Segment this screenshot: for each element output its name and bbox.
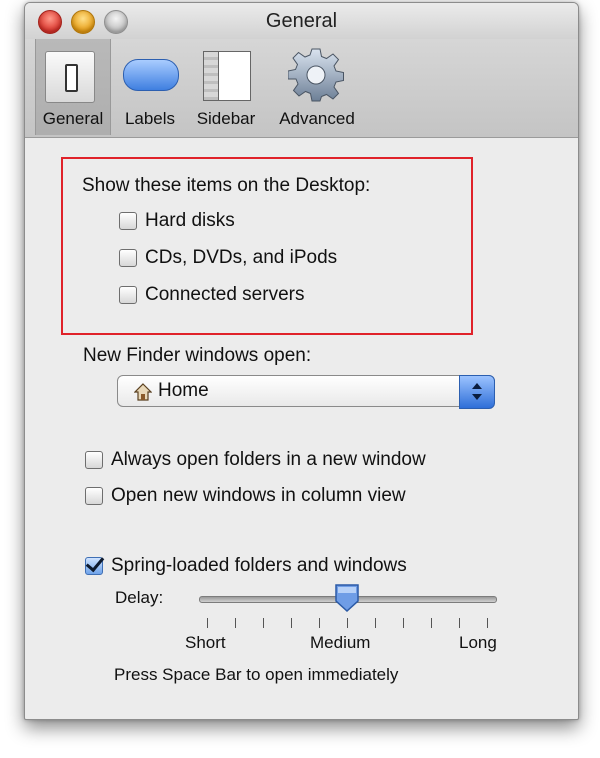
checkbox-box[interactable] <box>85 487 103 505</box>
connected-servers-label: Connected servers <box>145 284 305 305</box>
popup-arrows-icon[interactable] <box>459 375 495 409</box>
slider-tick <box>375 618 376 628</box>
checkbox-checked[interactable] <box>85 557 103 575</box>
house-icon <box>134 383 152 401</box>
connected-servers-checkbox[interactable]: Connected servers <box>119 283 304 307</box>
checkbox-box[interactable] <box>119 212 137 230</box>
slider-tick <box>347 618 348 628</box>
checkbox-box[interactable] <box>119 249 137 267</box>
slider-tick <box>403 618 404 628</box>
tick-label-long: Long <box>459 633 497 652</box>
tick-label-medium: Medium <box>310 633 371 652</box>
slider-tick <box>459 618 460 628</box>
slider-tick <box>431 618 432 628</box>
toolbar: General Labels Sidebar Advanced <box>25 39 578 138</box>
hard-disks-checkbox[interactable]: Hard disks <box>119 209 235 233</box>
column-view-checkbox[interactable]: Open new windows in column view <box>85 484 406 508</box>
close-button[interactable] <box>38 10 62 34</box>
open-folders-new-window-checkbox[interactable]: Always open folders in a new window <box>85 448 426 472</box>
hard-disks-label: Hard disks <box>145 210 235 231</box>
tick-label-short: Short <box>185 633 226 652</box>
sidebar-icon <box>203 51 251 101</box>
spring-loaded-checkbox[interactable]: Spring-loaded folders and windows <box>85 554 407 578</box>
tab-labels[interactable]: Labels <box>117 39 183 135</box>
preferences-window: General General Labels Sidebar Advanced … <box>24 2 579 720</box>
tab-sidebar[interactable]: Sidebar <box>191 39 261 135</box>
tab-advanced[interactable]: Advanced <box>271 39 363 135</box>
title-bar[interactable]: General <box>25 3 578 39</box>
checkbox-box[interactable] <box>85 451 103 469</box>
delay-slider-thumb[interactable] <box>334 583 360 613</box>
cds-dvds-ipods-checkbox[interactable]: CDs, DVDs, and iPods <box>119 246 337 270</box>
delay-label: Delay: <box>115 588 164 607</box>
slider-tick <box>291 618 292 628</box>
minimize-button[interactable] <box>71 10 95 34</box>
slider-tick <box>487 618 488 628</box>
open-folders-new-window-label: Always open folders in a new window <box>111 449 426 470</box>
tab-general-label: General <box>42 109 104 128</box>
new-window-popup[interactable]: Home <box>117 375 495 409</box>
slider-tick <box>207 618 208 628</box>
tab-sidebar-label: Sidebar <box>196 109 256 128</box>
window-title: General <box>265 10 338 32</box>
slider-tick <box>319 618 320 628</box>
zoom-button[interactable] <box>104 10 128 34</box>
new-window-value: Home <box>158 380 209 401</box>
desktop-items-heading: Show these items on the Desktop: <box>82 175 371 196</box>
tab-general[interactable]: General <box>35 39 111 135</box>
slider-tick <box>263 618 264 628</box>
spring-loaded-label: Spring-loaded folders and windows <box>111 555 407 576</box>
switch-icon <box>45 51 95 103</box>
label-pill-icon <box>123 59 179 91</box>
column-view-label: Open new windows in column view <box>111 485 406 506</box>
new-window-label: New Finder windows open: <box>83 345 312 366</box>
cds-dvds-ipods-label: CDs, DVDs, and iPods <box>145 247 338 268</box>
checkbox-box[interactable] <box>119 286 137 304</box>
space-bar-hint: Press Space Bar to open immediately <box>114 665 399 684</box>
gear-icon <box>288 48 344 102</box>
tab-advanced-label: Advanced <box>279 109 355 128</box>
tab-labels-label: Labels <box>124 109 176 128</box>
slider-tick <box>235 618 236 628</box>
